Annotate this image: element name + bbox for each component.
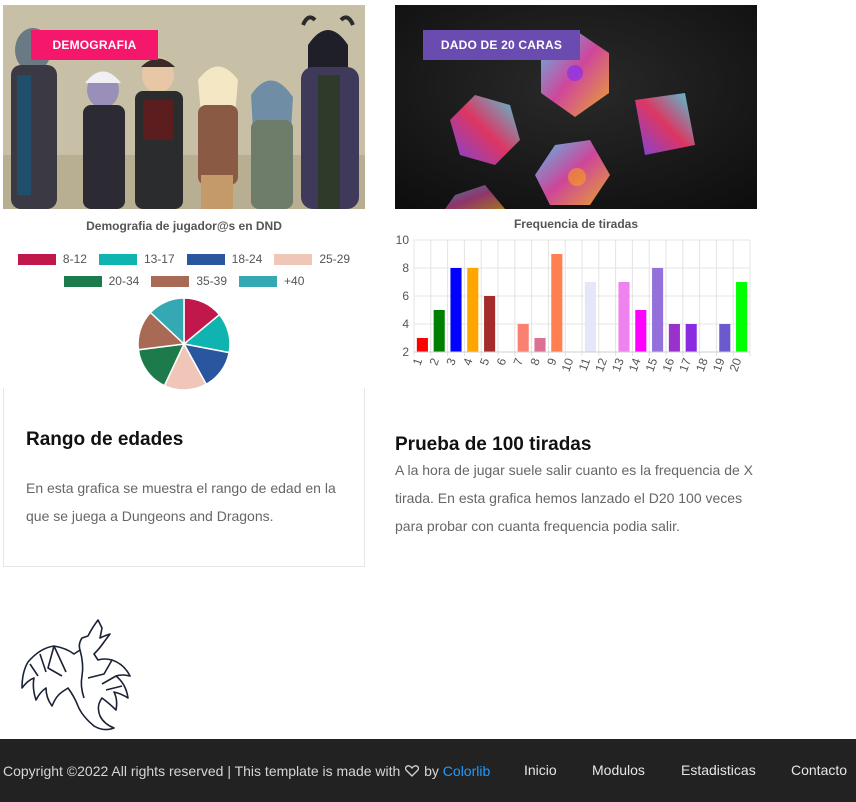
legend-item[interactable]: 25-29: [274, 252, 350, 266]
legend-label: 20-34: [108, 274, 140, 288]
bar-2[interactable]: [433, 310, 445, 352]
legend-label: 25-29: [319, 252, 351, 266]
y-tick-label: 8: [402, 261, 409, 275]
dice-image: DADO DE 20 CARAS: [395, 5, 757, 209]
x-tick-label: 12: [592, 356, 610, 374]
bar-17[interactable]: [685, 324, 697, 352]
legend-swatch: [239, 275, 278, 287]
dragon-logo: [21, 619, 131, 731]
x-tick-label: 1: [410, 356, 426, 367]
legend-label: 35-39: [196, 274, 228, 288]
bar-20[interactable]: [736, 282, 748, 352]
x-tick-label: 17: [676, 356, 694, 374]
legend-item[interactable]: 35-39: [151, 274, 227, 288]
y-tick-label: 10: [396, 233, 410, 247]
copyright-text: Copyright ©2022 All rights reserved | Th…: [3, 763, 490, 779]
legend-label: +40: [284, 274, 305, 288]
category-badge[interactable]: DADO DE 20 CARAS: [423, 30, 580, 60]
bar-1[interactable]: [416, 338, 428, 352]
legend-item[interactable]: 18-24: [186, 252, 263, 266]
section-heading: Prueba de 100 tiradas: [395, 434, 592, 455]
bar-chart-title: Frequencia de tiradas: [513, 217, 639, 231]
bar-8[interactable]: [534, 338, 546, 352]
legend-item[interactable]: 20-34: [63, 274, 140, 288]
site-footer: Copyright ©2022 All rights reserved | Th…: [0, 739, 856, 802]
legend-item[interactable]: +40: [239, 274, 304, 288]
section-description: A la hora de jugar suele salir cuanto es…: [395, 462, 754, 534]
x-tick-label: 8: [527, 356, 543, 367]
bar-9[interactable]: [551, 254, 563, 352]
legend-item[interactable]: 13-17: [98, 252, 175, 266]
x-tick-label: 11: [576, 356, 594, 373]
x-tick-label: 14: [626, 356, 644, 374]
x-tick-label: 10: [559, 356, 577, 374]
nav-link-contacto[interactable]: Contacto: [791, 762, 847, 778]
pie-chart: [137, 297, 231, 391]
bar-19[interactable]: [719, 324, 731, 352]
legend-label: 18-24: [231, 252, 263, 266]
demographics-image: DEMOGRAFIA: [3, 5, 365, 209]
legend-swatch: [186, 253, 225, 265]
x-tick-label: 16: [659, 356, 677, 374]
bar-5[interactable]: [484, 296, 496, 352]
x-tick-label: 2: [427, 356, 443, 367]
y-tick-label: 2: [402, 345, 409, 359]
legend-label: 8-12: [62, 252, 87, 266]
by-label: by: [424, 763, 439, 779]
legend-swatch: [98, 253, 137, 265]
section-heading: Rango de edades: [26, 429, 184, 450]
x-tick-label: 7: [511, 356, 527, 367]
pie-chart-title: Demografia de jugador@s en DND: [86, 219, 282, 233]
bar-4[interactable]: [467, 268, 479, 352]
x-tick-label: 4: [460, 356, 476, 367]
x-tick-label: 6: [494, 356, 510, 367]
legend-swatch: [274, 253, 313, 265]
y-tick-label: 4: [402, 317, 409, 331]
category-badge[interactable]: DEMOGRAFIA: [31, 30, 158, 60]
x-tick-label: 19: [710, 356, 728, 374]
copyright-prefix: Copyright ©2022 All rights reserved | Th…: [3, 763, 401, 779]
x-tick-label: 20: [727, 356, 745, 374]
legend-label: 13-17: [143, 252, 175, 266]
y-tick-label: 6: [402, 289, 409, 303]
bar-13[interactable]: [618, 282, 630, 352]
bar-chart: 2468101 2 3 4 5 6 7 8 9 10 11 12 13 14 15 16 17 18 19 20: [396, 233, 751, 374]
pie-legend-row: 8-12 13-17 18-24 25-29: [3, 252, 365, 266]
legend-swatch: [151, 275, 190, 287]
x-tick-label: 15: [643, 356, 661, 374]
bar-14[interactable]: [635, 310, 647, 352]
nav-link-modulos[interactable]: Modulos: [592, 762, 645, 778]
bar-7[interactable]: [517, 324, 529, 352]
x-tick-label: 18: [693, 356, 711, 374]
bar-15[interactable]: [652, 268, 664, 352]
section-description: En esta grafica se muestra el rango de e…: [26, 480, 336, 524]
bar-3[interactable]: [450, 268, 462, 352]
legend-swatch: [17, 253, 56, 265]
nav-link-inicio[interactable]: Inicio: [524, 762, 557, 778]
x-tick-label: 5: [477, 356, 493, 367]
nav-link-estadisticas[interactable]: Estadisticas: [681, 762, 756, 778]
bar-16[interactable]: [668, 324, 680, 352]
legend-swatch: [63, 275, 102, 287]
legend-item[interactable]: 8-12: [17, 252, 87, 266]
heart-icon: [405, 765, 420, 777]
x-tick-label: 9: [544, 356, 560, 367]
bar-11[interactable]: [584, 282, 596, 352]
colorlib-link[interactable]: Colorlib: [443, 763, 490, 779]
x-tick-label: 13: [609, 356, 627, 374]
pie-legend-row: 20-34 35-39 +40: [3, 274, 365, 288]
x-tick-label: 3: [443, 356, 459, 367]
